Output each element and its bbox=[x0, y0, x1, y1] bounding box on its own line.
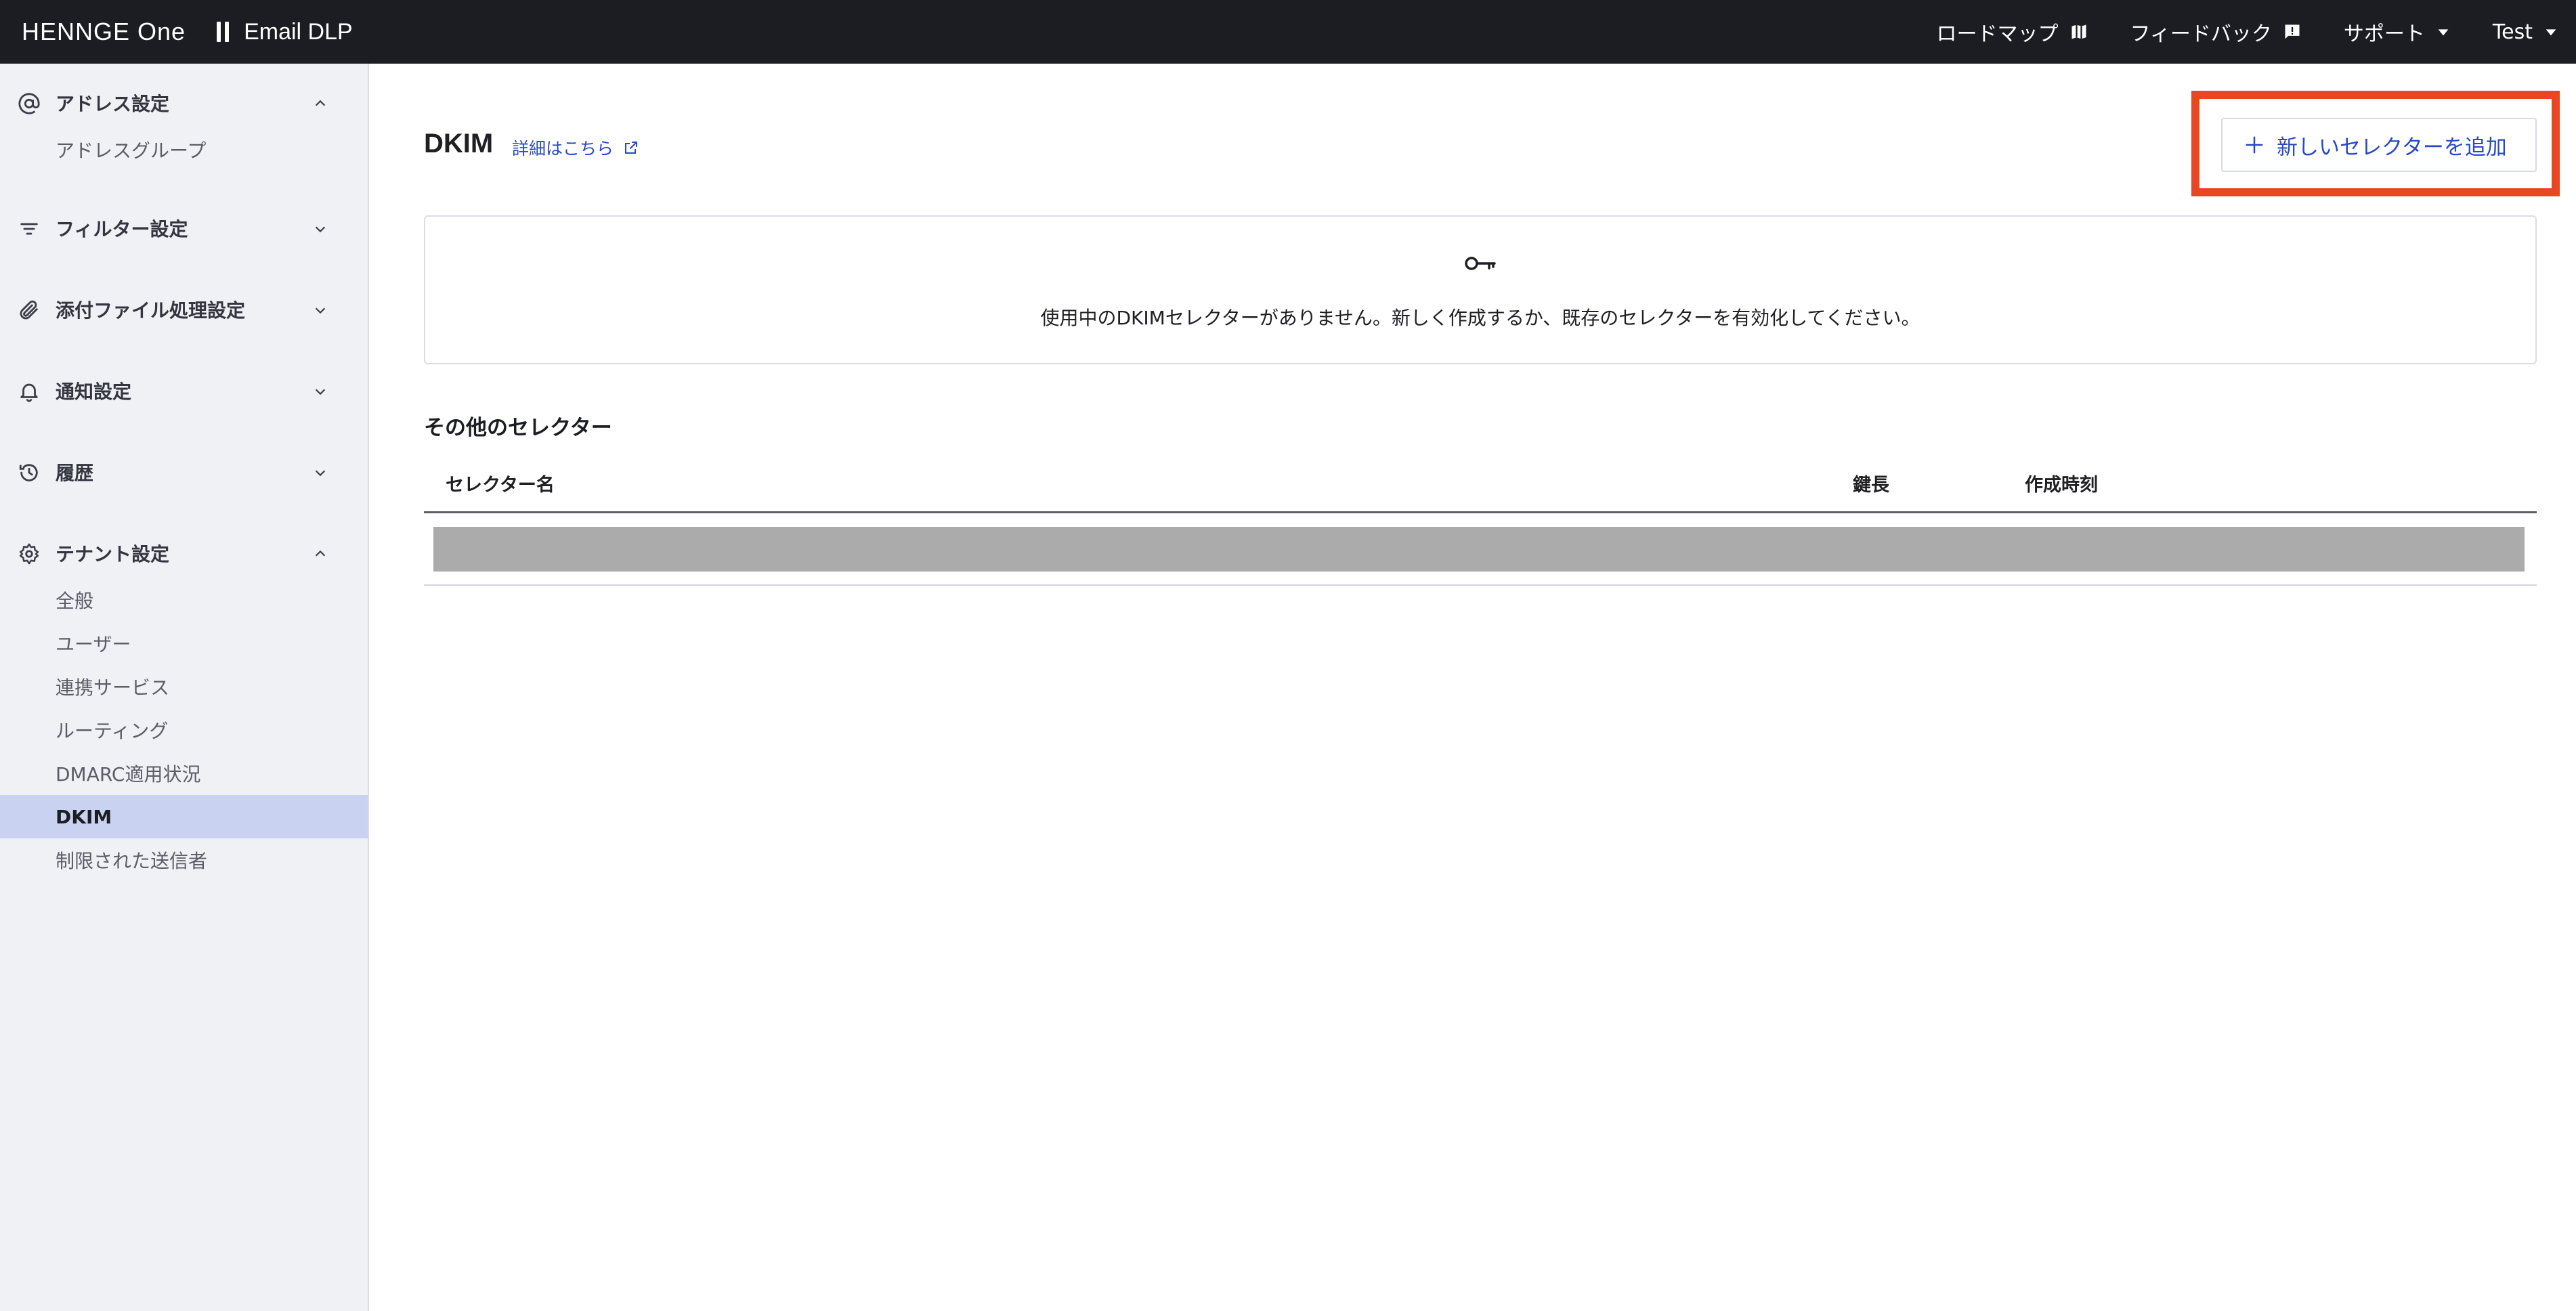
sidebar-section-attachment[interactable]: 添付ファイル処理設定 bbox=[0, 289, 369, 330]
sidebar-section-label: アドレス設定 bbox=[56, 93, 170, 115]
roadmap-link[interactable]: ロードマップ bbox=[1937, 17, 2088, 47]
loading-skeleton bbox=[433, 527, 2525, 572]
table-header: セレクター名 鍵長 作成時刻 bbox=[424, 460, 2537, 513]
detail-link-label: 詳細はこちら bbox=[512, 139, 614, 158]
top-nav: ロードマップ フィードバック サポート Test bbox=[1937, 0, 2576, 64]
empty-state-message: 使用中のDKIMセレクターがありません。新しく作成するか、既存のセレクターを有効… bbox=[1040, 307, 1920, 329]
sidebar-item-integrations[interactable]: 連携サービス bbox=[0, 665, 368, 708]
add-selector-button[interactable]: 新しいセレクターを追加 bbox=[2221, 118, 2537, 172]
plus-icon bbox=[2246, 136, 2263, 154]
add-selector-label: 新しいセレクターを追加 bbox=[2277, 135, 2507, 159]
sidebar-section-address[interactable]: アドレス設定 bbox=[0, 83, 369, 123]
sidebar-section-label: 通知設定 bbox=[56, 381, 132, 403]
caret-down-icon bbox=[2546, 29, 2556, 36]
chevron-down-icon bbox=[315, 307, 326, 314]
sidebar-section-label: フィルター設定 bbox=[56, 218, 188, 240]
table-row bbox=[424, 513, 2537, 586]
sidebar-item-address-group[interactable]: アドレスグループ bbox=[0, 128, 368, 171]
support-menu[interactable]: サポート bbox=[2344, 17, 2451, 47]
brand-logo: HENNGE One bbox=[22, 18, 186, 45]
column-key-length[interactable]: 鍵長 bbox=[1853, 470, 1889, 496]
sidebar-section-notification[interactable]: 通知設定 bbox=[0, 370, 369, 411]
sidebar-section-label: 添付ファイル処理設定 bbox=[56, 299, 246, 322]
chevron-up-icon bbox=[315, 100, 326, 106]
page-title: DKIM bbox=[424, 129, 494, 158]
chevron-down-icon bbox=[315, 389, 326, 395]
brand[interactable]: HENNGE One Email DLP bbox=[22, 0, 353, 64]
chevron-down-icon bbox=[315, 226, 326, 233]
sidebar-item-users[interactable]: ユーザー bbox=[0, 622, 368, 665]
sidebar-section-label: 履歴 bbox=[56, 462, 94, 484]
sidebar-item-dmarc[interactable]: DMARC適用状況 bbox=[0, 752, 368, 795]
support-label: サポート bbox=[2343, 22, 2425, 46]
external-link-icon bbox=[625, 142, 638, 154]
column-selector-name[interactable]: セレクター名 bbox=[446, 470, 555, 496]
sidebar-section-label: テナント設定 bbox=[56, 543, 170, 565]
feedback-label: フィードバック bbox=[2130, 22, 2272, 46]
chevron-up-icon bbox=[315, 550, 326, 557]
sidebar-item-restricted-senders[interactable]: 制限された送信者 bbox=[0, 838, 368, 882]
user-menu[interactable]: Test bbox=[2493, 20, 2558, 44]
brand-separator bbox=[217, 22, 230, 42]
sidebar-section-filter[interactable]: フィルター設定 bbox=[0, 208, 369, 249]
map-icon bbox=[2071, 24, 2086, 39]
sidebar-item-general[interactable]: 全般 bbox=[0, 578, 368, 622]
top-bar: HENNGE One Email DLP ロードマップ フィードバック サポート bbox=[0, 0, 2576, 64]
empty-state-card: 使用中のDKIMセレクターがありません。新しく作成するか、既存のセレクターを有効… bbox=[424, 215, 2537, 364]
roadmap-label: ロードマップ bbox=[1936, 22, 2059, 46]
sidebar-item-dkim[interactable]: DKIM bbox=[0, 795, 368, 838]
product-name: Email DLP bbox=[244, 18, 353, 45]
user-name: Test bbox=[2492, 20, 2533, 44]
key-icon bbox=[1465, 257, 1496, 270]
at-sign-icon bbox=[18, 93, 40, 114]
bell-icon bbox=[20, 383, 38, 402]
sidebar-section-tenant[interactable]: テナント設定 bbox=[0, 533, 369, 574]
paperclip-icon bbox=[20, 300, 38, 320]
column-created-at[interactable]: 作成時刻 bbox=[2025, 470, 2098, 496]
sidebar-section-history[interactable]: 履歴 bbox=[0, 452, 369, 492]
other-selectors-title: その他のセレクター bbox=[424, 416, 612, 440]
filter-icon bbox=[20, 223, 38, 235]
history-icon bbox=[19, 464, 38, 481]
sidebar: アドレス設定 アドレスグループ フィルター設定 添付ファイル処理設定 通知設定 bbox=[0, 64, 369, 1311]
detail-link[interactable]: 詳細はこちら bbox=[512, 135, 639, 160]
selector-table: セレクター名 鍵長 作成時刻 bbox=[424, 460, 2537, 586]
chevron-down-icon bbox=[315, 470, 326, 477]
feedback-link[interactable]: フィードバック bbox=[2130, 17, 2302, 47]
caret-down-icon bbox=[2438, 29, 2449, 36]
feedback-icon bbox=[2285, 24, 2300, 39]
sidebar-item-routing[interactable]: ルーティング bbox=[0, 708, 368, 752]
gear-icon bbox=[19, 543, 39, 565]
